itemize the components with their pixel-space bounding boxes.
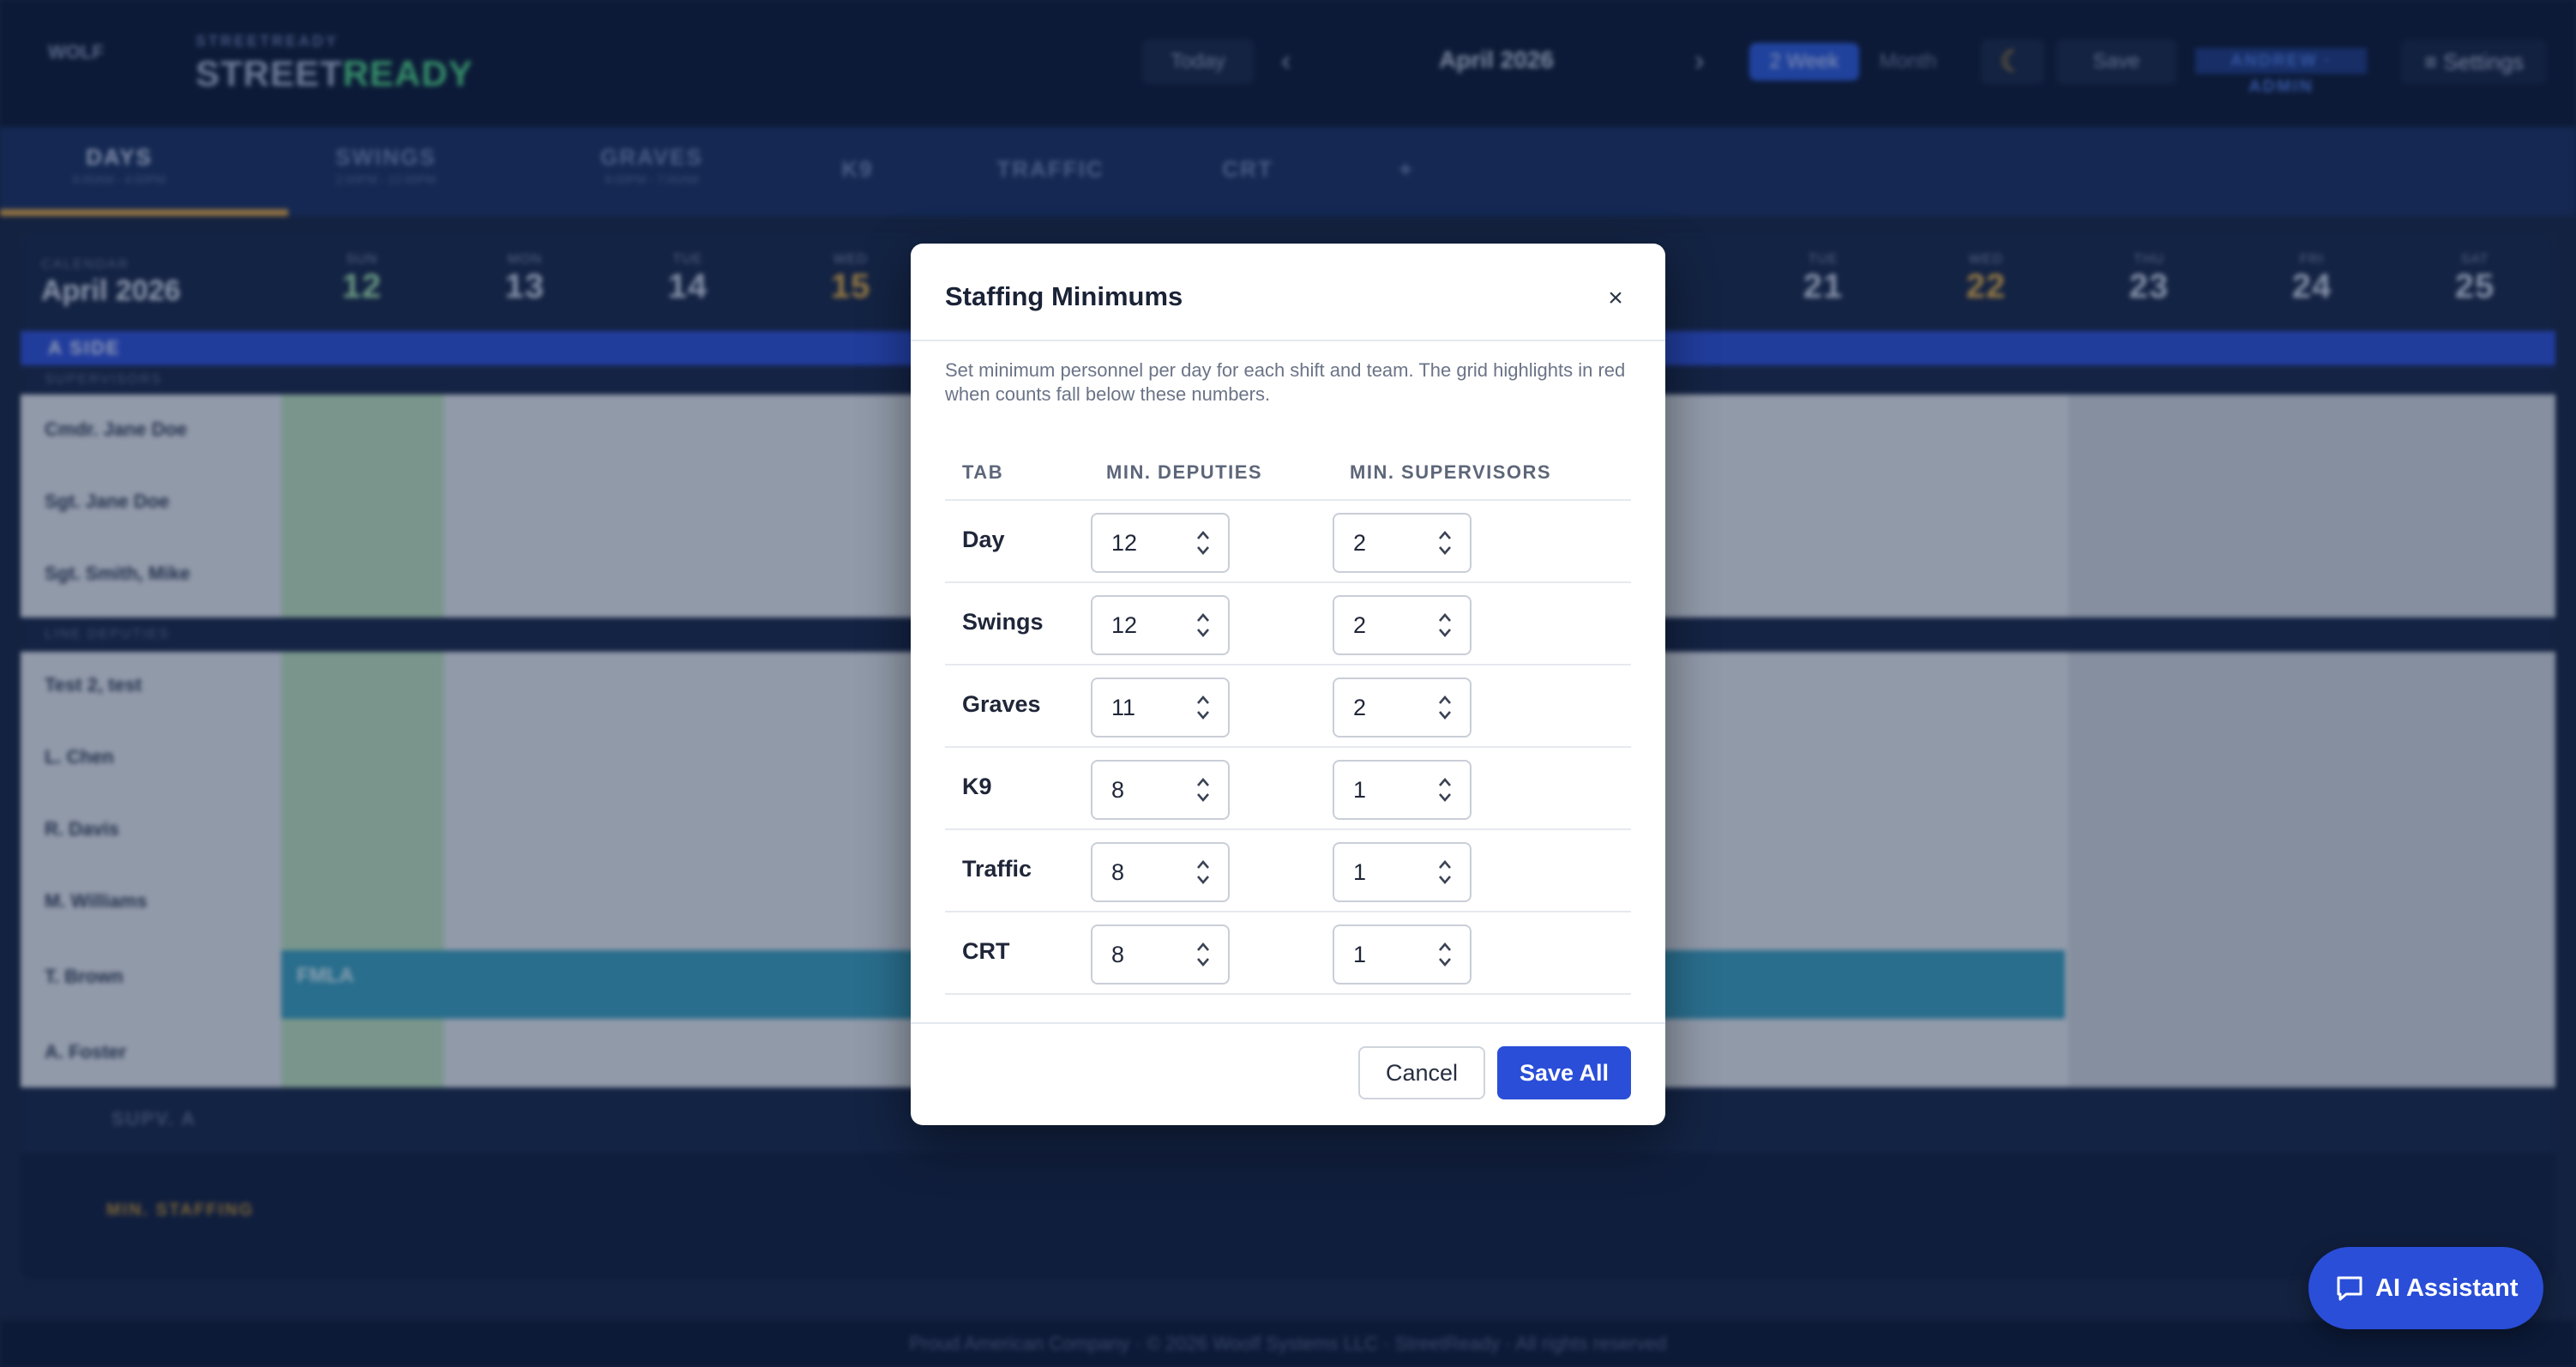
min-supervisors-input[interactable]: 2 — [1333, 595, 1472, 655]
spinner-icon[interactable] — [1435, 691, 1454, 724]
spinner-icon[interactable] — [1435, 774, 1454, 806]
input-value: 2 — [1353, 695, 1367, 720]
input-value: 1 — [1353, 942, 1367, 967]
staffing-minimums-dialog: Staffing Minimums × Set minimum personne… — [911, 244, 1665, 1125]
spinner-icon[interactable] — [1194, 527, 1213, 559]
table-row: Traffic 8 1 — [945, 830, 1631, 912]
input-value: 1 — [1353, 777, 1367, 803]
cancel-button[interactable]: Cancel — [1358, 1046, 1485, 1099]
row-label: Day — [962, 527, 1005, 552]
input-value: 12 — [1111, 612, 1138, 638]
input-value: 8 — [1111, 777, 1125, 803]
spinner-icon[interactable] — [1194, 609, 1213, 641]
min-supervisors-input[interactable]: 2 — [1333, 513, 1472, 573]
input-value: 11 — [1111, 695, 1136, 720]
input-value: 1 — [1353, 859, 1367, 885]
min-deputies-input[interactable]: 8 — [1091, 924, 1230, 985]
min-supervisors-input[interactable]: 1 — [1333, 842, 1472, 902]
spinner-icon[interactable] — [1194, 856, 1213, 888]
input-value: 8 — [1111, 942, 1125, 967]
input-value: 12 — [1111, 530, 1138, 556]
table-row: Day 12 2 — [945, 501, 1631, 583]
save-all-button[interactable]: Save All — [1497, 1046, 1631, 1099]
dialog-header: Staffing Minimums × — [911, 244, 1665, 341]
row-label: K9 — [962, 774, 992, 799]
spinner-icon[interactable] — [1435, 856, 1454, 888]
row-label: Traffic — [962, 856, 1032, 882]
dialog-footer-divider — [911, 1022, 1665, 1024]
min-deputies-input[interactable]: 8 — [1091, 760, 1230, 820]
column-header-deputies: MIN. DEPUTIES — [1106, 461, 1263, 483]
input-value: 2 — [1353, 530, 1367, 556]
close-icon[interactable]: × — [1597, 280, 1634, 317]
ai-assistant-label: AI Assistant — [2375, 1274, 2519, 1302]
min-supervisors-input[interactable]: 1 — [1333, 760, 1472, 820]
ai-assistant-button[interactable]: AI Assistant — [2308, 1247, 2543, 1329]
min-supervisors-input[interactable]: 1 — [1333, 924, 1472, 985]
row-label: Graves — [962, 691, 1041, 717]
spinner-icon[interactable] — [1435, 609, 1454, 641]
row-label: CRT — [962, 938, 1010, 964]
spinner-icon[interactable] — [1194, 774, 1213, 806]
table-row: CRT 8 1 — [945, 912, 1631, 995]
dialog-title: Staffing Minimums — [945, 281, 1183, 311]
min-deputies-input[interactable]: 12 — [1091, 595, 1230, 655]
column-header-tab: TAB — [962, 461, 1004, 483]
spinner-icon[interactable] — [1194, 938, 1213, 971]
input-value: 8 — [1111, 859, 1125, 885]
min-deputies-input[interactable]: 12 — [1091, 513, 1230, 573]
spinner-icon[interactable] — [1435, 938, 1454, 971]
chat-bubble-icon — [2337, 1276, 2362, 1301]
row-label: Swings — [962, 609, 1044, 635]
table-row: Swings 12 2 — [945, 583, 1631, 665]
spinner-icon[interactable] — [1435, 527, 1454, 559]
min-deputies-input[interactable]: 8 — [1091, 842, 1230, 902]
input-value: 2 — [1353, 612, 1367, 638]
table-row: K9 8 1 — [945, 748, 1631, 830]
column-header-supervisors: MIN. SUPERVISORS — [1350, 461, 1552, 483]
dialog-description: Set minimum personnel per day for each s… — [945, 359, 1626, 405]
spinner-icon[interactable] — [1194, 691, 1213, 724]
min-supervisors-input[interactable]: 2 — [1333, 677, 1472, 738]
min-deputies-input[interactable]: 11 — [1091, 677, 1230, 738]
table-row: Graves 11 2 — [945, 665, 1631, 748]
